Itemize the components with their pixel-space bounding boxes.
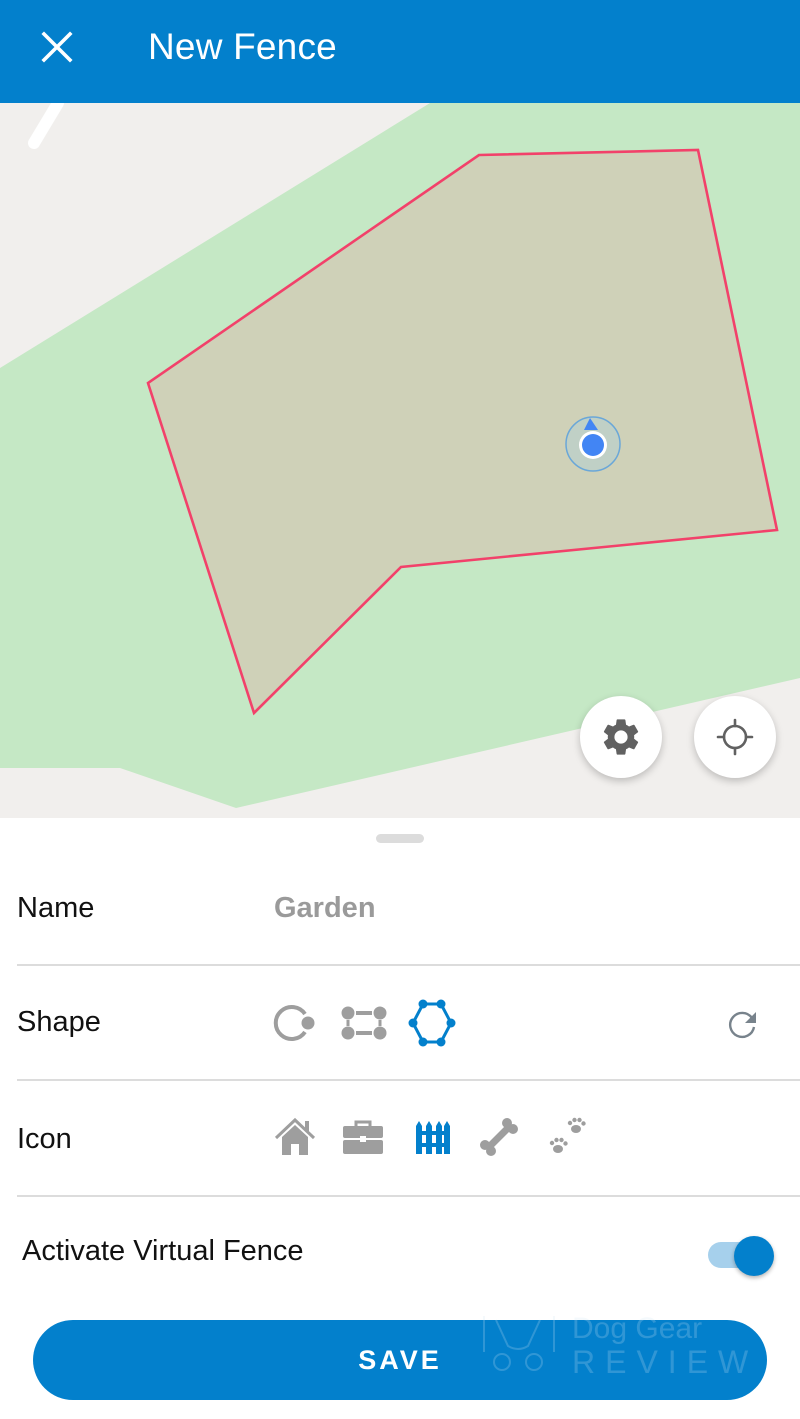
reset-shape-button[interactable] (722, 1004, 764, 1044)
toggle-knob (734, 1236, 774, 1276)
name-label: Name (17, 892, 95, 924)
page-title: New Fence (148, 26, 337, 67)
current-location-marker (565, 416, 621, 472)
icon-option-bone[interactable] (476, 1115, 522, 1159)
shape-row: Shape (0, 966, 800, 1080)
shape-option-polygon[interactable] (404, 996, 460, 1050)
shape-option-rectangle[interactable] (336, 1000, 392, 1046)
shape-option-circle[interactable] (270, 1000, 320, 1046)
save-button[interactable]: SAVE (33, 1320, 767, 1400)
paw-prints-icon (549, 1117, 586, 1153)
icon-row: Icon (0, 1081, 800, 1195)
my-location-button[interactable] (694, 696, 776, 778)
activate-row: Activate Virtual Fence (0, 1197, 800, 1307)
activate-label: Activate Virtual Fence (22, 1235, 304, 1267)
app-bar: New Fence (0, 0, 800, 103)
icon-label: Icon (17, 1123, 72, 1155)
map-path (28, 103, 64, 149)
polygon-shape-icon (408, 999, 456, 1047)
icon-option-work[interactable] (340, 1115, 386, 1159)
close-icon (41, 31, 73, 63)
map-canvas[interactable] (0, 103, 800, 818)
activate-fence-toggle[interactable] (706, 1236, 774, 1276)
gear-icon (603, 719, 639, 755)
icon-option-paws[interactable] (544, 1115, 590, 1159)
name-row: Name Garden (0, 880, 800, 966)
house-icon (274, 1117, 316, 1155)
map-settings-button[interactable] (580, 696, 662, 778)
redo-icon (729, 1011, 756, 1039)
name-input[interactable]: Garden (274, 892, 376, 925)
sheet-drag-handle[interactable] (376, 834, 424, 843)
briefcase-icon (343, 1120, 383, 1154)
bone-icon (480, 1118, 518, 1156)
icon-option-fence[interactable] (410, 1115, 454, 1159)
map-view[interactable] (0, 103, 800, 818)
close-button[interactable] (34, 24, 80, 70)
fence-icon (416, 1121, 450, 1154)
icon-option-home[interactable] (272, 1115, 318, 1159)
rectangle-shape-icon (341, 1006, 387, 1040)
shape-label: Shape (17, 1006, 101, 1038)
crosshair-icon (716, 718, 754, 756)
circle-shape-icon (273, 1005, 315, 1041)
